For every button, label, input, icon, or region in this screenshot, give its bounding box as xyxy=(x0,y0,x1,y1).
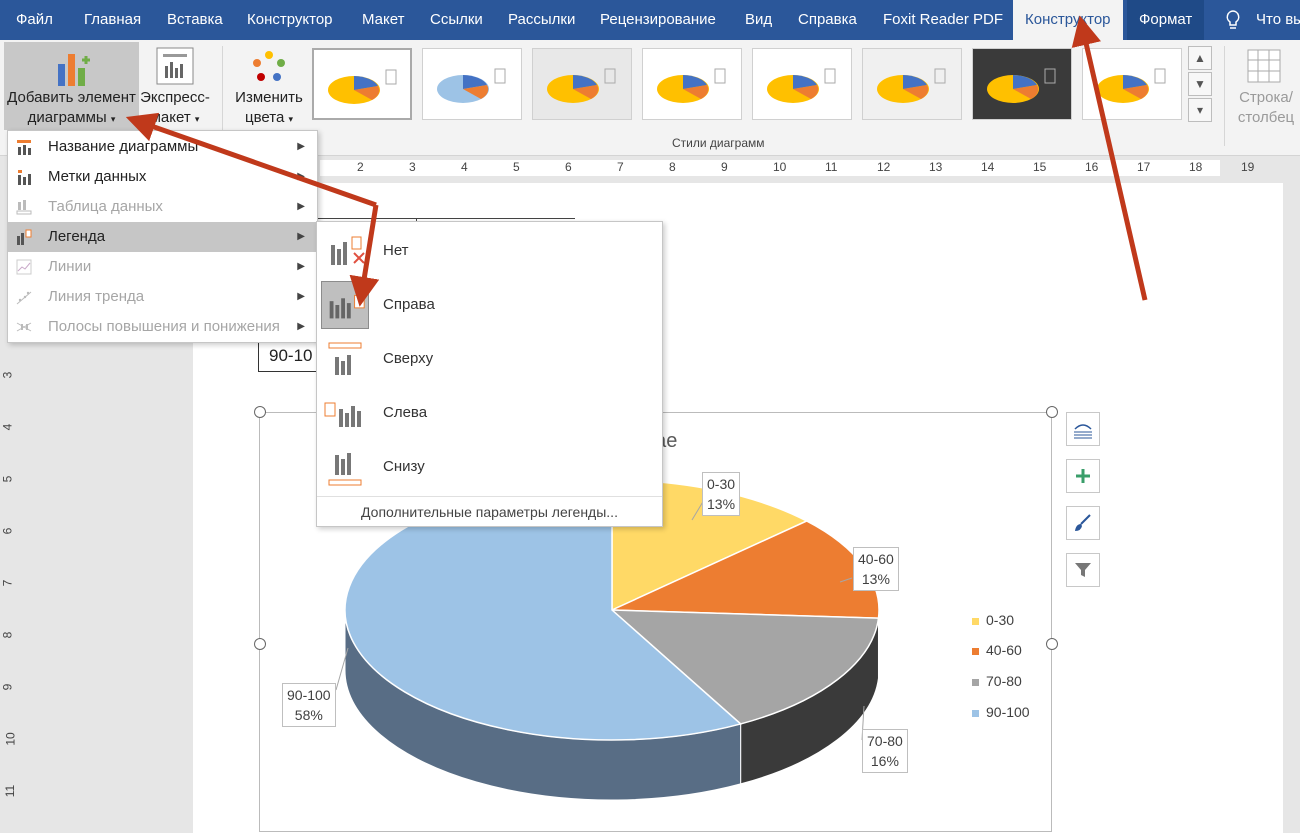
legend-option-label: Снизу xyxy=(383,458,425,475)
menu-item-label: Полосы повышения и понижения xyxy=(48,318,280,335)
legend-option-label: Справа xyxy=(383,296,435,313)
legend-label: 90-100 xyxy=(986,704,1030,720)
menu-item-lines[interactable]: Линии ▶ xyxy=(8,252,317,282)
legend-option-left[interactable]: Слева xyxy=(317,386,662,440)
menu-item-label: Название диаграммы xyxy=(48,138,199,155)
legend-swatch xyxy=(972,678,979,686)
legend-swatch xyxy=(972,647,979,655)
legend-right-icon xyxy=(321,281,369,329)
data-label-value: 13% xyxy=(707,496,736,512)
chart-elements-button[interactable] xyxy=(1066,459,1100,493)
legend-label: 0-30 xyxy=(986,612,1015,628)
layout-options-button[interactable] xyxy=(1066,412,1100,446)
legend-option-bottom[interactable]: Снизу xyxy=(317,440,662,494)
menu-item-label: Линия тренда xyxy=(48,288,145,305)
plus-icon xyxy=(1076,468,1090,483)
menu-item-trendline[interactable]: Линия тренда ▶ xyxy=(8,282,317,312)
chevron-right-icon: ▶ xyxy=(297,321,305,332)
more-legend-options[interactable]: Дополнительные параметры легенды... xyxy=(317,496,662,526)
data-label-category: 90-100 xyxy=(287,687,331,703)
legend-swatch xyxy=(972,617,979,625)
menu-item-label: Линии xyxy=(48,258,92,275)
data-label-value: 58% xyxy=(294,707,323,723)
legend-item[interactable]: 0-30 xyxy=(972,612,1014,628)
legend-option-none[interactable]: Нет xyxy=(317,224,662,278)
filter-icon xyxy=(1075,562,1091,577)
trendline-icon xyxy=(16,291,32,305)
legend-item[interactable]: 90-100 xyxy=(972,704,1030,720)
chevron-right-icon: ▶ xyxy=(297,171,305,182)
menu-item-data-labels[interactable]: Метки данных ▶ xyxy=(8,162,317,192)
menu-item-legend[interactable]: Легенда ▶ xyxy=(8,222,317,252)
legend-item[interactable]: 70-80 xyxy=(972,673,1022,689)
menu-item-updown-bars[interactable]: Полосы повышения и понижения ▶ xyxy=(8,312,317,342)
legend-label: 70-80 xyxy=(986,673,1022,689)
updown-bars-icon xyxy=(16,322,32,332)
legend-icon xyxy=(17,229,32,245)
brush-icon xyxy=(1075,514,1091,531)
legend-option-right[interactable]: Справа xyxy=(317,278,662,332)
legend-top-icon xyxy=(328,342,362,375)
lines-icon xyxy=(16,259,32,275)
legend-bottom-icon xyxy=(328,453,362,486)
menu-item-label: Таблица данных xyxy=(48,198,163,215)
data-label-2[interactable]: 70-80 16% xyxy=(862,729,908,773)
data-labels-icon xyxy=(18,170,31,185)
layout-options-icon xyxy=(1074,424,1092,439)
data-label-0[interactable]: 0-30 13% xyxy=(702,472,741,516)
legend-none-icon xyxy=(331,236,365,265)
legend-option-label: Сверху xyxy=(383,350,434,367)
data-label-category: 0-30 xyxy=(707,476,736,492)
data-label-value: 13% xyxy=(861,571,890,587)
legend-swatch xyxy=(972,709,979,717)
chevron-right-icon: ▶ xyxy=(297,141,305,152)
chevron-right-icon: ▶ xyxy=(297,231,305,242)
add-chart-element-menu: Название диаграммы ▶ Метки данных ▶ Таблиц… xyxy=(7,130,318,343)
legend-left-icon xyxy=(324,402,361,427)
data-label-3[interactable]: 90-100 58% xyxy=(282,683,336,727)
chart-styles-button[interactable] xyxy=(1066,506,1100,540)
legend-option-label: Нет xyxy=(383,242,409,259)
data-label-category: 40-60 xyxy=(858,551,894,567)
legend-option-label: Слева xyxy=(383,404,428,421)
legend-label: 40-60 xyxy=(986,642,1022,658)
menu-item-label: Метки данных xyxy=(48,168,147,185)
legend-submenu: Нет Справа Сверху Слева Снизу Дополнител… xyxy=(316,221,663,527)
menu-item-data-table[interactable]: Таблица данных ▶ xyxy=(8,192,317,222)
legend-option-top[interactable]: Сверху xyxy=(317,332,662,386)
data-label-1[interactable]: 40-60 13% xyxy=(853,547,899,591)
chevron-right-icon: ▶ xyxy=(297,291,305,302)
legend-item[interactable]: 40-60 xyxy=(972,642,1022,658)
chevron-right-icon: ▶ xyxy=(297,261,305,272)
chevron-right-icon: ▶ xyxy=(297,201,305,212)
data-table-icon xyxy=(16,200,32,215)
menu-item-chart-title[interactable]: Название диаграммы ▶ xyxy=(8,132,317,162)
data-label-value: 16% xyxy=(870,753,899,769)
data-label-category: 70-80 xyxy=(867,733,903,749)
menu-item-label: Легенда xyxy=(48,228,106,245)
chart-title-icon xyxy=(17,140,31,155)
chart-filters-button[interactable] xyxy=(1066,553,1100,587)
